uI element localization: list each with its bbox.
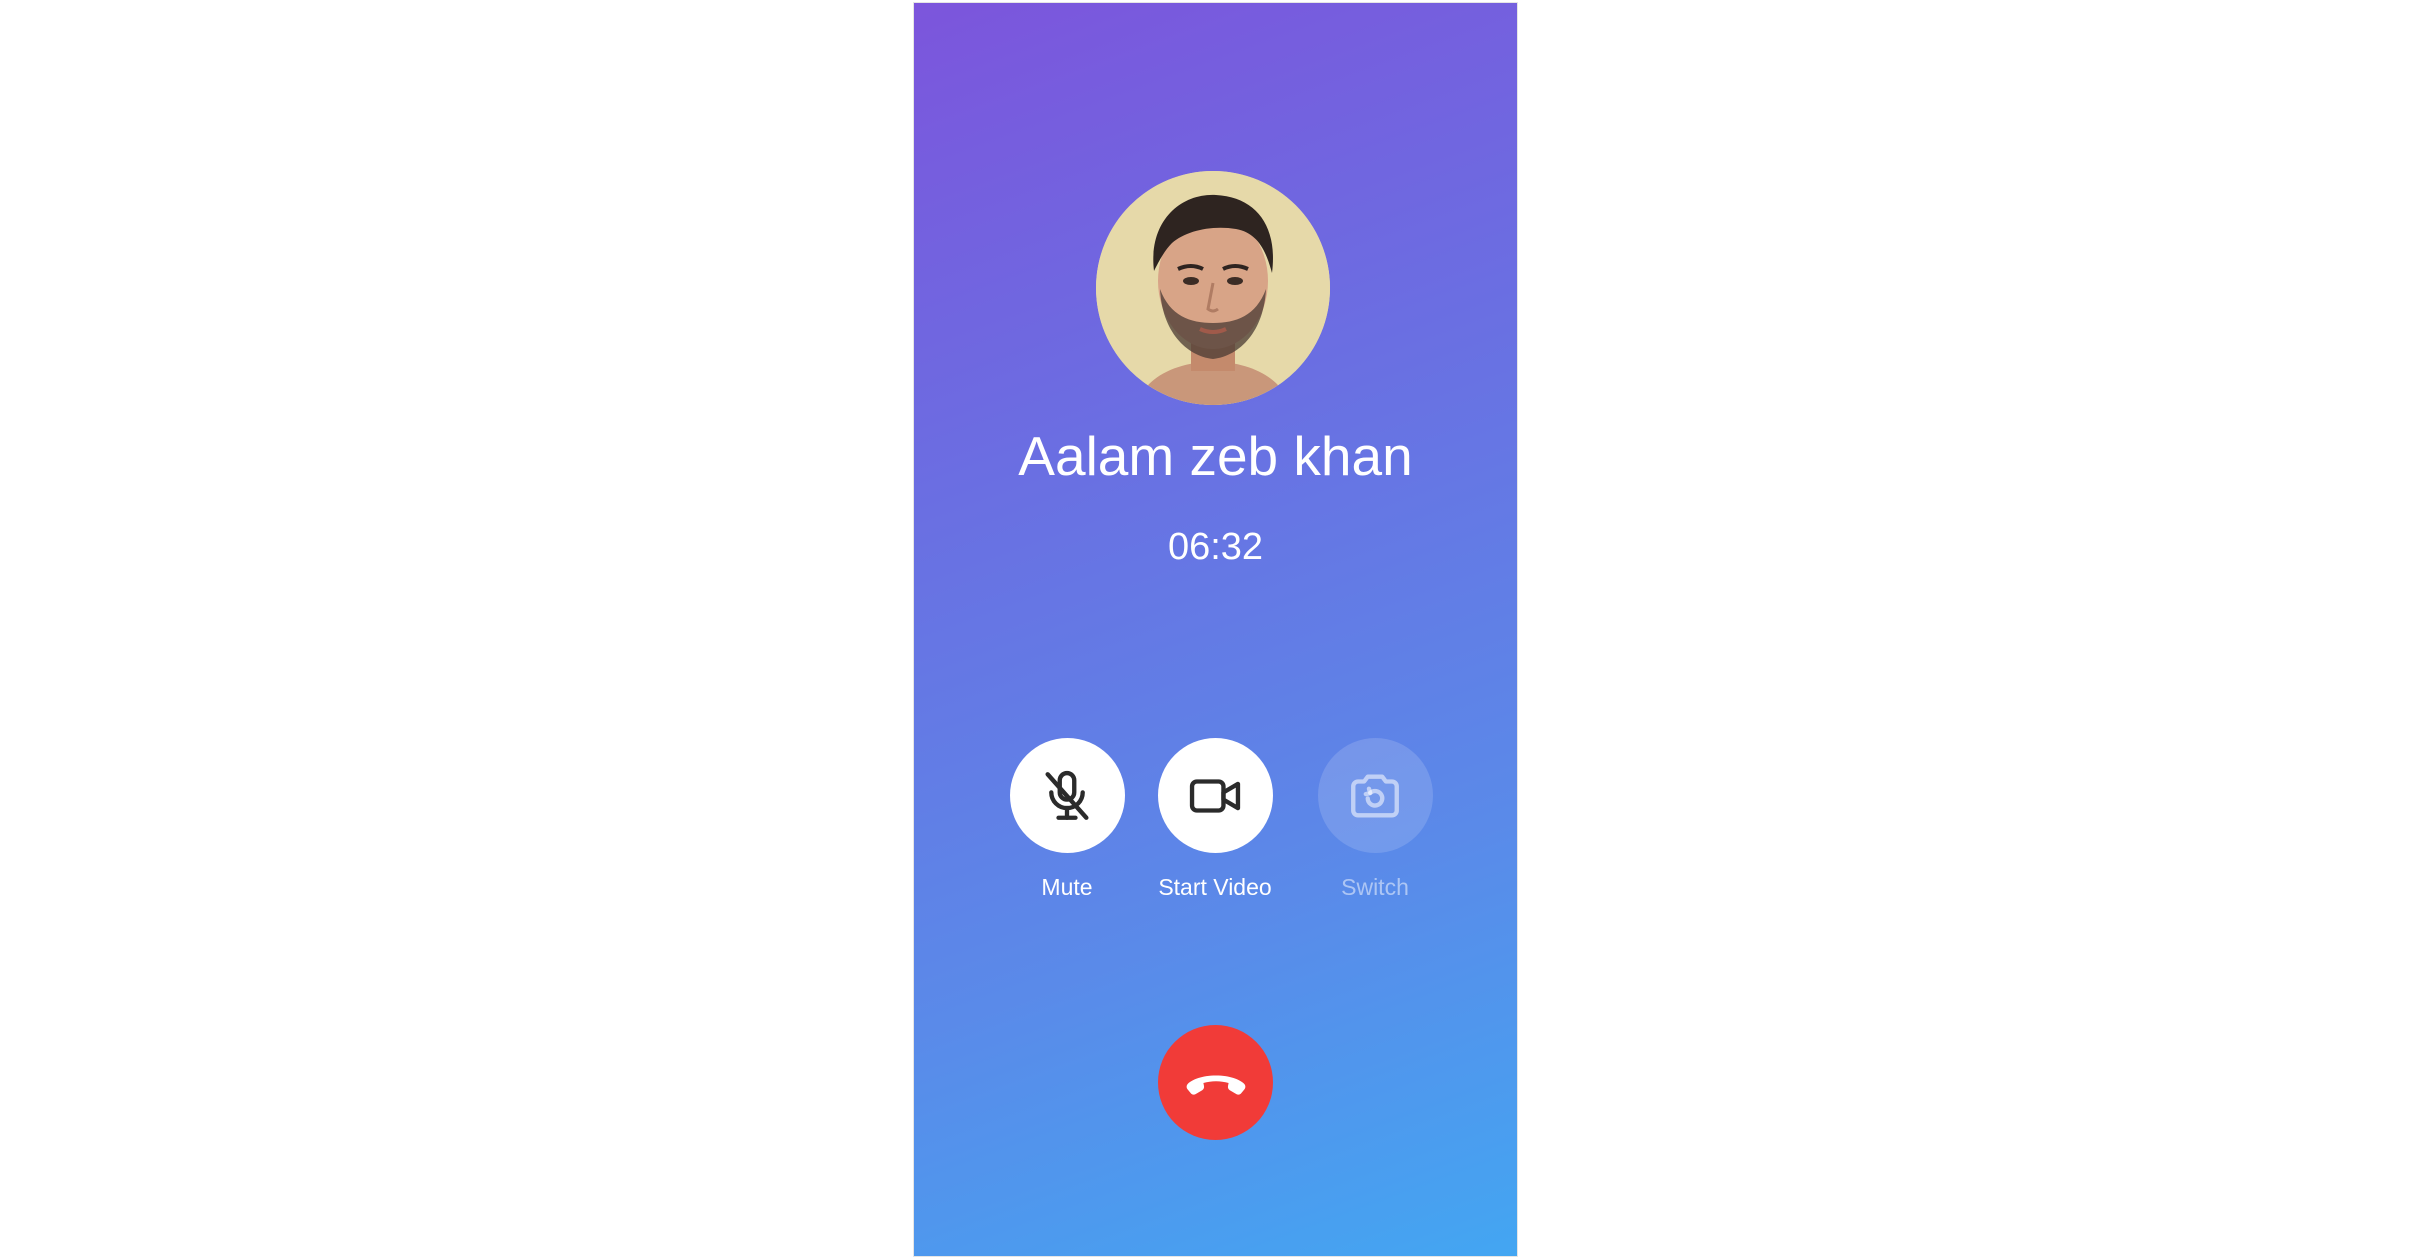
hang-up-icon bbox=[1186, 1075, 1245, 1095]
mute-label: Mute bbox=[1041, 874, 1093, 900]
caller-avatar bbox=[1096, 171, 1330, 405]
switch-camera-icon bbox=[1351, 773, 1399, 818]
mute-button[interactable] bbox=[1009, 738, 1125, 853]
mic-off-icon bbox=[1045, 770, 1089, 820]
switch-camera-button bbox=[1317, 738, 1433, 853]
start-video-control: Start Video bbox=[1130, 738, 1300, 901]
call-screen: Aalam zeb khan 06:32 Mute Start Video Sw… bbox=[913, 2, 1518, 1257]
call-controls: Mute Start Video Switch bbox=[914, 738, 1517, 908]
video-camera-icon bbox=[1189, 778, 1241, 813]
start-video-label: Start Video bbox=[1158, 874, 1272, 900]
end-call-button[interactable] bbox=[1158, 1025, 1273, 1140]
call-timer: 06:32 bbox=[1167, 526, 1264, 568]
switch-camera-control: Switch bbox=[1290, 738, 1460, 901]
person-avatar-icon bbox=[1096, 171, 1330, 405]
start-video-button[interactable] bbox=[1157, 738, 1273, 853]
mute-control: Mute bbox=[982, 738, 1152, 901]
caller-name: Aalam zeb khan bbox=[1018, 425, 1413, 487]
switch-camera-label: Switch bbox=[1341, 874, 1409, 900]
